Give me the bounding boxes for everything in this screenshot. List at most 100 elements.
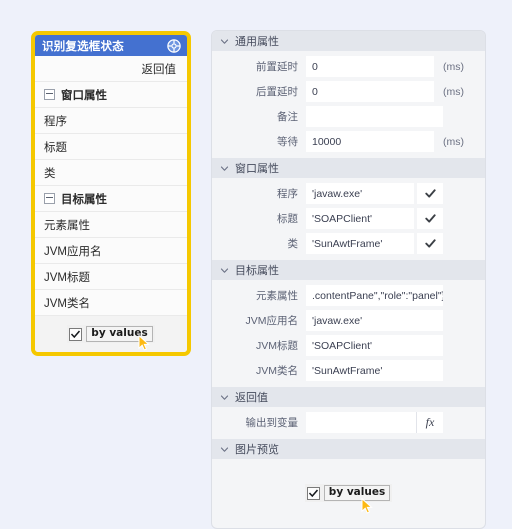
section-title: 通用属性	[235, 36, 279, 48]
property-input[interactable]: 'SunAwtFrame'	[306, 360, 443, 381]
node-row-label: 窗口属性	[61, 89, 107, 102]
crosshair-move-icon[interactable]	[167, 38, 181, 53]
property-input[interactable]: 'SOAPClient'	[306, 208, 414, 229]
preview-checkbox-widget[interactable]: by values	[304, 484, 393, 502]
property-label: JVM标题	[256, 340, 298, 352]
section-header[interactable]: 目标属性	[212, 260, 485, 280]
property-input[interactable]: 'SOAPClient'	[306, 335, 443, 356]
expression-fx-button[interactable]: fx	[416, 412, 443, 433]
chevron-down-icon[interactable]	[220, 164, 229, 173]
node-group-row[interactable]: 目标属性	[35, 186, 187, 212]
validated-check-icon[interactable]	[417, 183, 443, 204]
section-header[interactable]: 窗口属性	[212, 158, 485, 178]
property-label: 类	[287, 238, 299, 250]
node-property-row[interactable]: JVM类名	[35, 290, 187, 316]
node-property-row[interactable]: 程序	[35, 108, 187, 134]
node-property-row[interactable]: 类	[35, 160, 187, 186]
unit-label: (ms)	[443, 60, 464, 73]
chevron-down-icon[interactable]	[220, 445, 229, 454]
section-header[interactable]: 通用属性	[212, 31, 485, 51]
property-input[interactable]: 10000	[306, 131, 434, 152]
section-title: 图片预览	[235, 444, 279, 456]
section-body: 元素属性 .contentPane","role":"panel"}] JVM应用名…	[212, 280, 485, 387]
property-label: 备注	[277, 111, 298, 123]
node-group-row[interactable]: 窗口属性	[35, 82, 187, 108]
unit-label: (ms)	[443, 85, 464, 98]
section-title: 目标属性	[235, 265, 279, 277]
node-property-row[interactable]: 标题	[35, 134, 187, 160]
property-row: 备注	[212, 106, 485, 127]
node-row-label: 元素属性	[44, 219, 90, 232]
section-body: 输出到变量 fx	[212, 407, 485, 439]
node-inline-preview: by values	[35, 316, 187, 352]
section-title: 窗口属性	[235, 163, 279, 175]
property-input[interactable]: 'javaw.exe'	[306, 310, 443, 331]
property-input[interactable]: 'SunAwtFrame'	[306, 233, 414, 254]
section-body: by values	[212, 459, 485, 528]
property-row: JVM类名 'SunAwtFrame'	[212, 360, 485, 381]
image-preview-area: by values	[212, 464, 485, 522]
property-row: 类 'SunAwtFrame'	[212, 233, 485, 254]
unit-label: (ms)	[443, 135, 464, 148]
node-property-row[interactable]: 返回值	[35, 56, 187, 82]
node-row-label: 返回值	[141, 63, 177, 76]
property-label: 输出到变量	[245, 417, 299, 429]
collapse-box-icon[interactable]	[44, 193, 55, 204]
chevron-down-icon[interactable]	[220, 393, 229, 402]
property-input[interactable]: 0	[306, 56, 434, 77]
action-node-card[interactable]: 识别复选框状态 返回值窗口属性程序标题类目标属性元素属性 JVM应用名 JVM标题 J…	[31, 31, 191, 356]
property-row: 标题 'SOAPClient'	[212, 208, 485, 229]
property-input[interactable]: 0	[306, 81, 434, 102]
node-property-row[interactable]: 元素属性	[35, 212, 187, 238]
node-row-label: 程序	[44, 115, 67, 128]
node-row-label: 类	[44, 167, 56, 180]
property-row: 后置延时 0 (ms)	[212, 81, 485, 102]
property-row: JVM标题 'SOAPClient'	[212, 335, 485, 356]
node-row-label: 目标属性	[61, 193, 107, 206]
action-node-title: 识别复选框状态	[42, 40, 124, 53]
node-property-row[interactable]: JVM标题	[35, 264, 187, 290]
checkbox-label: by values	[86, 326, 153, 342]
property-label: JVM类名	[256, 365, 298, 377]
property-row: JVM应用名 'javaw.exe'	[212, 310, 485, 331]
property-input[interactable]	[306, 106, 443, 127]
validated-check-icon[interactable]	[417, 233, 443, 254]
chevron-down-icon[interactable]	[220, 266, 229, 275]
section-title: 返回值	[235, 392, 268, 404]
checkbox-checked-icon[interactable]	[306, 486, 320, 500]
node-row-label: JVM类名	[44, 297, 90, 310]
section-body: 程序 'javaw.exe' 标题 'SOAPClient' 类 'SunAwtFrame…	[212, 178, 485, 260]
chevron-down-icon[interactable]	[220, 37, 229, 46]
node-row-label: JVM应用名	[44, 245, 102, 258]
validated-check-icon[interactable]	[417, 208, 443, 229]
property-label: JVM应用名	[245, 315, 299, 327]
section-body: 前置延时 0 (ms) 后置延时 0 (ms) 备注等待 10000 (ms)	[212, 51, 485, 158]
node-property-row[interactable]: JVM应用名	[35, 238, 187, 264]
collapse-box-icon[interactable]	[44, 89, 55, 100]
section-header[interactable]: 图片预览	[212, 439, 485, 459]
preview-checkbox-widget[interactable]: by values	[67, 325, 155, 343]
property-label: 程序	[277, 188, 298, 200]
property-label: 等待	[277, 136, 298, 148]
action-node-titlebar: 识别复选框状态	[35, 35, 187, 56]
checkbox-checked-icon[interactable]	[69, 327, 83, 341]
property-row: 前置延时 0 (ms)	[212, 56, 485, 77]
properties-panel: 通用属性前置延时 0 (ms) 后置延时 0 (ms) 备注等待 10000 (ms) 窗口属性程…	[211, 30, 486, 529]
property-label: 后置延时	[256, 86, 298, 98]
properties-section-list: 通用属性前置延时 0 (ms) 后置延时 0 (ms) 备注等待 10000 (ms) 窗口属性程…	[212, 31, 485, 528]
node-row-label: 标题	[44, 141, 67, 154]
property-input[interactable]	[306, 412, 416, 433]
property-row: 程序 'javaw.exe'	[212, 183, 485, 204]
action-node-row-list: 返回值窗口属性程序标题类目标属性元素属性 JVM应用名 JVM标题 JVM类名	[35, 56, 187, 316]
property-row: 等待 10000 (ms)	[212, 131, 485, 152]
node-row-label: JVM标题	[44, 271, 90, 284]
checkbox-label: by values	[323, 485, 391, 501]
section-header[interactable]: 返回值	[212, 387, 485, 407]
property-label: 元素属性	[256, 290, 298, 302]
property-input[interactable]: .contentPane","role":"panel"}]	[306, 285, 443, 306]
property-label: 前置延时	[256, 61, 298, 73]
property-label: 标题	[277, 213, 298, 225]
property-row: 输出到变量 fx	[212, 412, 485, 433]
property-row: 元素属性 .contentPane","role":"panel"}]	[212, 285, 485, 306]
property-input[interactable]: 'javaw.exe'	[306, 183, 414, 204]
